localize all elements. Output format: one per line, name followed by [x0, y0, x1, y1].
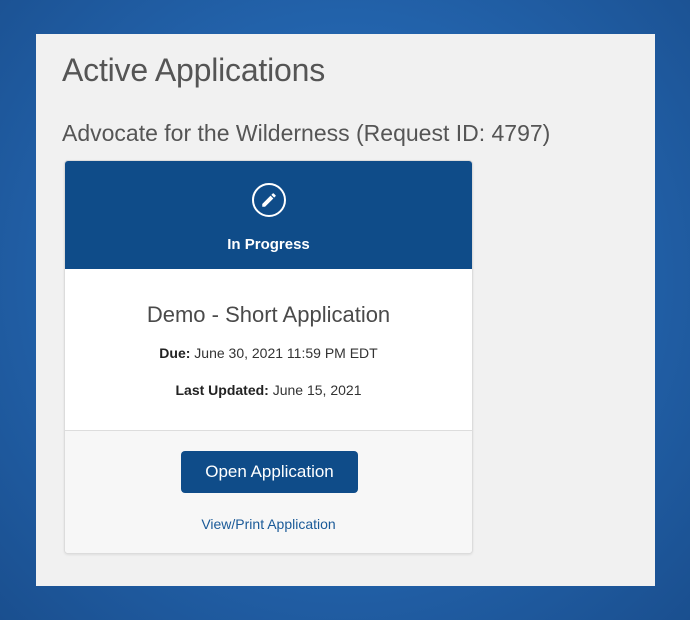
- card-actions: Open Application View/Print Application: [65, 431, 472, 553]
- pencil-icon-graphic: [261, 193, 276, 207]
- page-title: Active Applications: [62, 52, 326, 88]
- due-date: Due: June 30, 2021 11:59 PM EDT: [65, 345, 472, 361]
- last-updated: Last Updated: June 15, 2021: [65, 382, 472, 398]
- application-name: Demo - Short Application: [146, 302, 391, 327]
- due-label: Due:: [159, 345, 191, 361]
- pencil-icon: [251, 183, 286, 217]
- status-header: In Progress: [65, 161, 472, 269]
- status-label: In Progress: [227, 236, 310, 253]
- application-card: In Progress Demo - Short Application Due…: [64, 160, 473, 554]
- last-updated-label: Last Updated:: [175, 382, 269, 398]
- due-value: June 30, 2021 11:59 PM EDT: [190, 345, 378, 361]
- view-print-application-link[interactable]: View/Print Application: [65, 516, 472, 532]
- open-application-button[interactable]: Open Application: [181, 451, 358, 493]
- last-updated-value: June 15, 2021: [268, 382, 362, 398]
- request-heading: Advocate for the Wilderness (Request ID:…: [62, 120, 551, 146]
- application-details: Demo - Short Application Due: June 30, 2…: [65, 269, 472, 431]
- applications-panel: Active Applications Advocate for the Wil…: [36, 34, 655, 586]
